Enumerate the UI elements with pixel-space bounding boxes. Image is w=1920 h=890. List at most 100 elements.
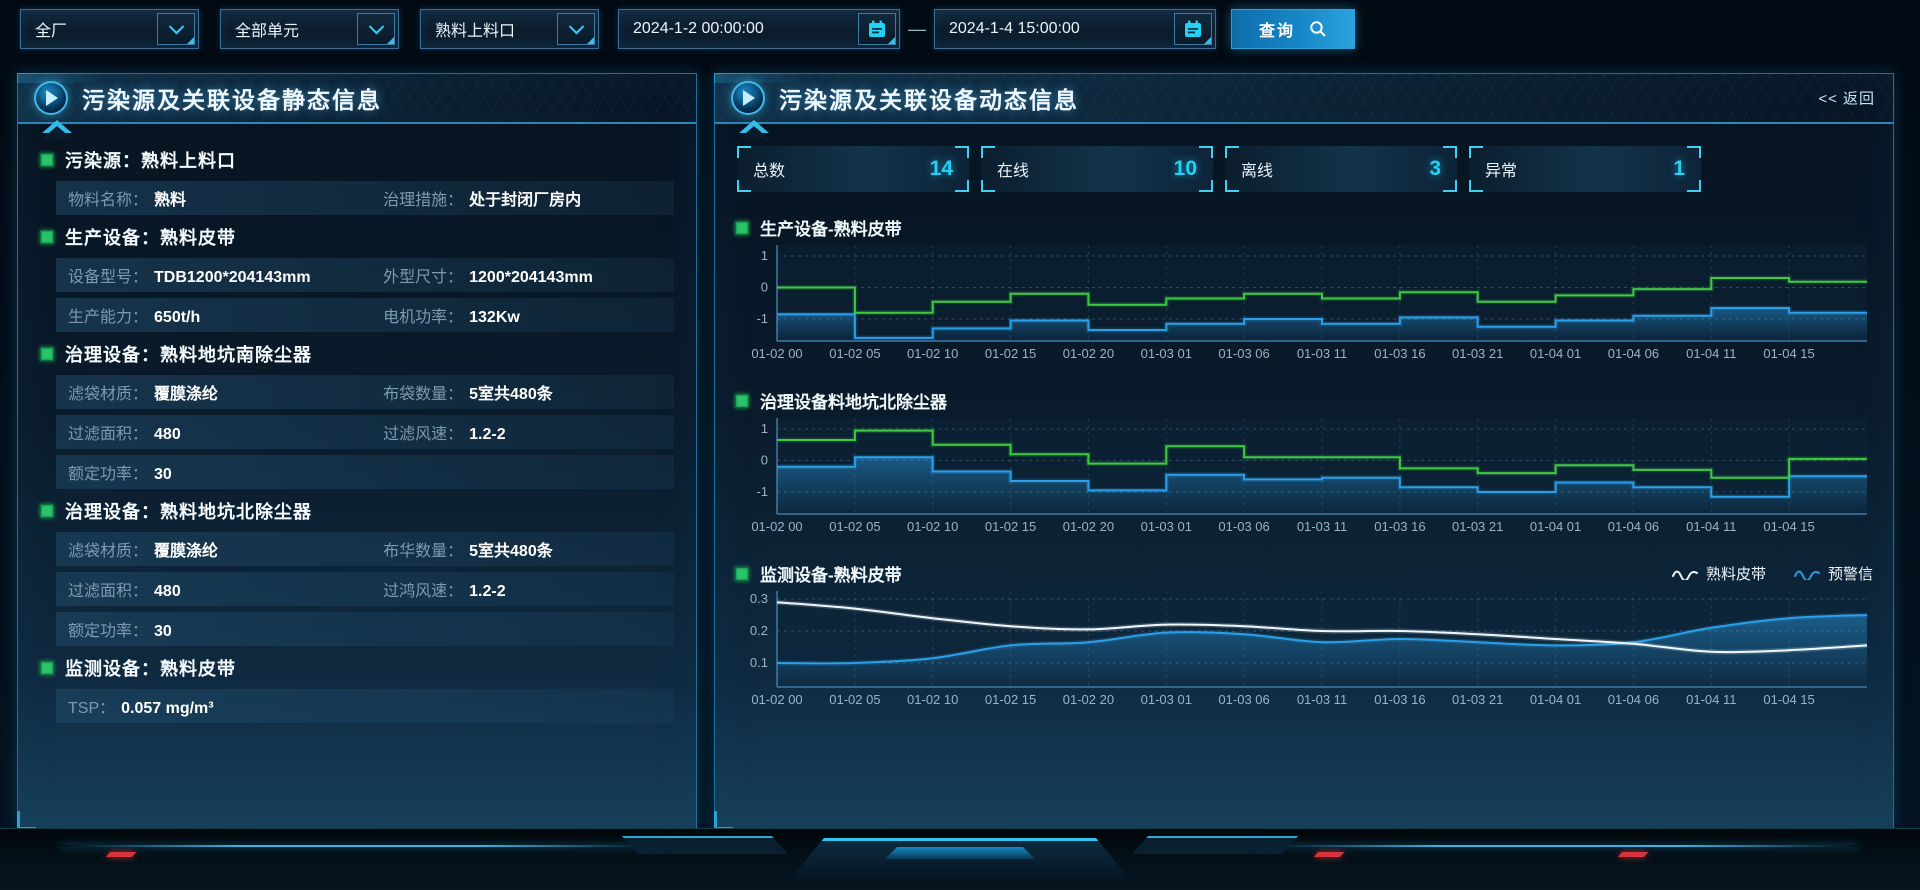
- field-label: 过滤面积：: [68, 577, 148, 601]
- monitor-line-chart: 0.30.20.101-02 0001-02 0501-02 1001-02 1…: [735, 591, 1873, 711]
- svg-text:01-04 01: 01-04 01: [1530, 519, 1581, 534]
- unit-select-arrow-box[interactable]: [357, 13, 395, 45]
- svg-text:01-03 21: 01-03 21: [1452, 346, 1503, 361]
- field-value: 0.057 mg/m³: [121, 700, 213, 718]
- field-label: 额定功率：: [68, 460, 148, 484]
- info-row: 滤袋材质：覆膜涤纶 布华数量：5室共480条: [56, 532, 674, 566]
- section-header-label: 监测设备：熟料皮带: [65, 655, 236, 681]
- green-square-bullet-icon: [40, 661, 54, 675]
- svg-text:01-04 06: 01-04 06: [1608, 692, 1659, 707]
- chart-legend: 熟料皮带 预警信: [1672, 563, 1873, 584]
- chevron-down-icon: [168, 18, 184, 34]
- dynamic-info-title: 污染源及关联设备动态信息: [779, 81, 1079, 115]
- svg-text:0.2: 0.2: [750, 623, 768, 638]
- svg-text:01-03 01: 01-03 01: [1141, 519, 1192, 534]
- svg-text:01-02 10: 01-02 10: [907, 346, 958, 361]
- svg-text:01-03 16: 01-03 16: [1374, 519, 1425, 534]
- section-header-treatment-equipment-north: 治理设备：熟料地坑北除尘器: [40, 498, 674, 524]
- field-value: 132Kw: [469, 309, 520, 327]
- svg-text:01-02 10: 01-02 10: [907, 692, 958, 707]
- green-square-bullet-icon: [40, 504, 54, 518]
- deco-red-accent: [1314, 852, 1344, 857]
- date-from-input[interactable]: 2024-1-2 00:00:00: [618, 9, 900, 49]
- deco-center-emblem: [790, 838, 1130, 879]
- svg-text:01-04 06: 01-04 06: [1608, 346, 1659, 361]
- field-label: 物料名称：: [68, 186, 148, 210]
- field-value: 30: [154, 623, 172, 641]
- info-row: 额定功率：30: [56, 455, 674, 489]
- svg-text:01-03 11: 01-03 11: [1297, 519, 1347, 534]
- svg-text:01-02 05: 01-02 05: [829, 346, 880, 361]
- field-label: 电机功率：: [383, 303, 463, 327]
- svg-text:01-03 21: 01-03 21: [1452, 519, 1503, 534]
- treatment-step-chart: 10-101-02 0001-02 0501-02 1001-02 1501-0…: [735, 418, 1873, 538]
- field-label: 设备型号：: [68, 263, 148, 287]
- svg-text:0.3: 0.3: [750, 591, 768, 606]
- section-header-pollution-source: 污染源：熟料上料口: [40, 147, 674, 173]
- section-header-label: 生产设备：熟料皮带: [65, 224, 236, 250]
- point-select-value: 熟料上料口: [421, 17, 529, 41]
- plant-select[interactable]: 全厂: [20, 9, 199, 49]
- legend-item[interactable]: 预警信: [1794, 563, 1873, 584]
- svg-text:01-02 05: 01-02 05: [829, 519, 880, 534]
- field-label: 布华数量：: [383, 537, 463, 561]
- svg-text:01-02 00: 01-02 00: [751, 346, 802, 361]
- static-info-title: 污染源及关联设备静态信息: [82, 81, 382, 115]
- field-value: TDB1200*204143mm: [154, 269, 311, 287]
- section-header-treatment-equipment-south: 治理设备：熟料地坑南除尘器: [40, 341, 674, 367]
- deco-red-accent: [1618, 852, 1648, 857]
- top-toolbar: 全厂 全部单元 熟料上料口 2024-1-2 00:00:00 —: [0, 0, 1920, 58]
- point-select[interactable]: 熟料上料口: [420, 9, 599, 49]
- svg-text:0: 0: [761, 280, 768, 295]
- svg-text:01-03 16: 01-03 16: [1374, 346, 1425, 361]
- svg-text:01-03 06: 01-03 06: [1218, 692, 1269, 707]
- stat-label: 离线: [1241, 157, 1273, 181]
- svg-text:01-02 00: 01-02 00: [751, 692, 802, 707]
- dashboard-screen: 全厂 全部单元 熟料上料口 2024-1-2 00:00:00 —: [0, 0, 1920, 890]
- field-value: 650t/h: [154, 309, 200, 327]
- field-value: 5室共480条: [469, 537, 553, 561]
- dynamic-info-header: 污染源及关联设备动态信息 << 返回: [715, 74, 1893, 124]
- calendar-icon: [1183, 19, 1203, 39]
- legend-label: 熟料皮带: [1706, 563, 1766, 584]
- svg-text:01-03 21: 01-03 21: [1452, 692, 1503, 707]
- svg-text:01-03 06: 01-03 06: [1218, 519, 1269, 534]
- deco-red-accent: [106, 852, 136, 857]
- back-link[interactable]: << 返回: [1818, 88, 1875, 109]
- svg-text:01-04 15: 01-04 15: [1763, 519, 1814, 534]
- svg-text:01-04 15: 01-04 15: [1763, 692, 1814, 707]
- field-value: 处于封闭厂房内: [469, 186, 581, 210]
- header-chevron-decoration: [739, 120, 769, 133]
- svg-text:01-04 11: 01-04 11: [1686, 346, 1736, 361]
- legend-item[interactable]: 熟料皮带: [1672, 563, 1766, 584]
- svg-text:1: 1: [761, 248, 768, 263]
- chart-title: 生产设备-熟料皮带: [760, 215, 902, 240]
- production-step-chart: 10-101-02 0001-02 0501-02 1001-02 1501-0…: [735, 245, 1873, 365]
- field-value: 1.2-2: [469, 426, 505, 444]
- info-row: 额定功率： 30: [56, 612, 674, 646]
- section-header-production-equipment: 生产设备：熟料皮带: [40, 224, 674, 250]
- chart-block-monitor: 监测设备-熟料皮带 熟料皮带 预警信 0.30.20.101-02 0001-0…: [735, 561, 1873, 711]
- svg-text:1: 1: [761, 421, 768, 436]
- field-label: 额定功率：: [68, 617, 148, 641]
- point-select-arrow-box[interactable]: [557, 13, 595, 45]
- section-header-label: 污染源：熟料上料口: [65, 147, 236, 173]
- svg-text:01-03 01: 01-03 01: [1141, 692, 1192, 707]
- date-from-calendar-box[interactable]: [858, 13, 896, 45]
- date-to-calendar-box[interactable]: [1174, 13, 1212, 45]
- field-label: 布袋数量：: [383, 380, 463, 404]
- info-row: 生产能力：650t/h 电机功率：132Kw: [56, 298, 674, 332]
- date-to-input[interactable]: 2024-1-4 15:00:00: [934, 9, 1216, 49]
- stat-value: 14: [930, 157, 953, 181]
- calendar-icon: [867, 19, 887, 39]
- stat-online: 在线 10: [981, 146, 1213, 192]
- wavy-line-icon: [1794, 568, 1820, 580]
- svg-text:-1: -1: [756, 311, 768, 326]
- legend-label: 预警信: [1828, 563, 1873, 584]
- stat-value: 10: [1174, 157, 1197, 181]
- field-value: 熟料: [154, 186, 186, 210]
- query-button[interactable]: 查询: [1231, 9, 1355, 49]
- svg-text:01-03 11: 01-03 11: [1297, 346, 1347, 361]
- plant-select-arrow-box[interactable]: [157, 13, 195, 45]
- unit-select[interactable]: 全部单元: [220, 9, 399, 49]
